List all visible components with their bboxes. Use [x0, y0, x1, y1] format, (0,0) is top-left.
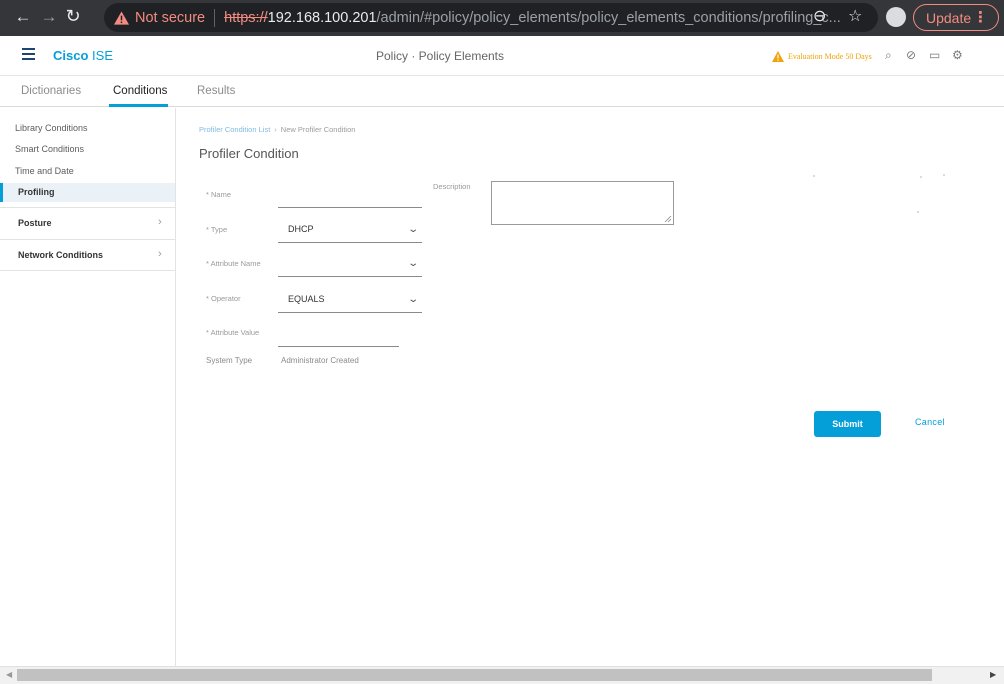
type-value: DHCP: [288, 224, 314, 234]
attribute-name-select[interactable]: [278, 252, 422, 276]
chevron-down-icon: ⌄: [407, 258, 420, 269]
type-underline: [278, 242, 422, 243]
operator-underline: [278, 312, 422, 313]
type-label: * Type: [206, 225, 228, 234]
active-tab-indicator: [109, 104, 168, 107]
page-title: Profiler Condition: [199, 146, 299, 161]
evaluation-notice[interactable]: Evaluation Mode 50 Days: [772, 51, 872, 62]
sidebar-group-posture[interactable]: Posture ›: [0, 207, 175, 239]
decorative-dot: [943, 174, 945, 176]
back-arrow-icon[interactable]: ←: [12, 7, 34, 27]
url-host: 192.168.100.201: [267, 9, 377, 26]
warning-icon: [114, 10, 129, 25]
sidebar-group-label: Network Conditions: [18, 250, 103, 260]
reload-icon[interactable]: ↻: [62, 6, 84, 27]
breadcrumb-profiler-condition-list[interactable]: Profiler Condition List: [199, 125, 270, 134]
sidebar-item-smart-conditions[interactable]: Smart Conditions: [15, 144, 84, 154]
update-button[interactable]: Update ⋮: [913, 4, 999, 31]
attribute-name-label: * Attribute Name: [206, 259, 261, 268]
tab-bar: Dictionaries Conditions Results: [0, 77, 1004, 107]
name-label: * Name: [206, 190, 232, 199]
zoom-icon[interactable]: ⊖: [813, 6, 826, 26]
attribute-value-label: * Attribute Value: [206, 328, 260, 337]
forward-arrow-icon[interactable]: →: [38, 7, 60, 27]
tab-results[interactable]: Results: [197, 85, 235, 97]
sidebar-group-label: Posture: [18, 218, 52, 228]
sidebar-active-indicator: [0, 183, 3, 202]
scrollbar-thumb[interactable]: [17, 669, 932, 681]
description-label: Description: [433, 182, 471, 191]
url-scheme: https://: [224, 9, 268, 26]
resize-grip-icon[interactable]: [664, 215, 672, 223]
more-vertical-icon: ⋮: [973, 9, 988, 26]
breadcrumb: Profiler Condition List › New Profiler Con…: [199, 125, 355, 134]
attribute-value-input[interactable]: [278, 327, 399, 346]
chevron-right-icon: ›: [158, 248, 162, 260]
profile-avatar[interactable]: [886, 7, 906, 27]
horizontal-scrollbar[interactable]: ◀ ▶: [0, 666, 1004, 684]
sidebar-group-network-conditions[interactable]: Network Conditions ›: [0, 239, 175, 271]
evaluation-warning-icon: [772, 51, 784, 62]
attribute-name-underline: [278, 276, 422, 277]
sidebar: Library Conditions Smart Conditions Time…: [0, 108, 176, 666]
browser-toolbar: ← → ↻ Not secure https://192.168.100.201…: [0, 0, 1004, 36]
system-type-value: Administrator Created: [281, 356, 359, 365]
tab-conditions[interactable]: Conditions: [113, 85, 167, 97]
decorative-dot: [920, 176, 922, 178]
name-underline: [278, 207, 422, 208]
security-status[interactable]: Not secure: [135, 10, 205, 26]
description-textarea[interactable]: [491, 181, 674, 225]
chevron-right-icon: ›: [158, 216, 162, 228]
scroll-left-arrow-icon[interactable]: ◀: [6, 670, 12, 679]
notifications-icon[interactable]: ▭: [929, 48, 940, 62]
system-type-label: System Type: [206, 356, 253, 365]
scroll-right-arrow-icon[interactable]: ▶: [990, 670, 996, 679]
cancel-button[interactable]: Cancel: [915, 417, 945, 427]
help-icon[interactable]: ⊘: [906, 48, 916, 62]
tab-dictionaries[interactable]: Dictionaries: [21, 85, 81, 97]
decorative-dot: [917, 211, 919, 213]
sidebar-item-profiling-label: Profiling: [18, 187, 55, 197]
evaluation-text: Evaluation Mode 50 Days: [788, 52, 872, 61]
update-label: Update: [926, 9, 972, 26]
breadcrumb-current: New Profiler Condition: [280, 125, 356, 134]
operator-value: EQUALS: [288, 294, 325, 304]
chevron-down-icon: ⌄: [407, 294, 420, 305]
url-path: /admin/#policy/policy_elements/policy_el…: [376, 9, 841, 26]
address-bar[interactable]: Not secure https://192.168.100.201/admin…: [104, 3, 878, 32]
search-icon[interactable]: ⌕: [885, 48, 892, 63]
attribute-value-underline: [278, 346, 399, 347]
app-header: Cisco ISE Policy · Policy Elements Evalu…: [0, 36, 1004, 76]
decorative-dot: [813, 175, 815, 177]
sidebar-item-time-and-date[interactable]: Time and Date: [15, 166, 74, 176]
address-divider: [214, 8, 216, 27]
submit-button[interactable]: Submit: [814, 411, 881, 437]
bookmark-star-icon[interactable]: ☆: [848, 6, 862, 26]
settings-icon[interactable]: ⚙: [952, 48, 963, 62]
sidebar-item-library-conditions[interactable]: Library Conditions: [15, 123, 88, 133]
chevron-down-icon: ⌄: [407, 224, 420, 235]
name-input[interactable]: [278, 188, 422, 207]
header-title: Policy · Policy Elements: [375, 49, 505, 63]
breadcrumb-separator-icon: ›: [274, 125, 277, 134]
operator-label: * Operator: [206, 294, 241, 303]
